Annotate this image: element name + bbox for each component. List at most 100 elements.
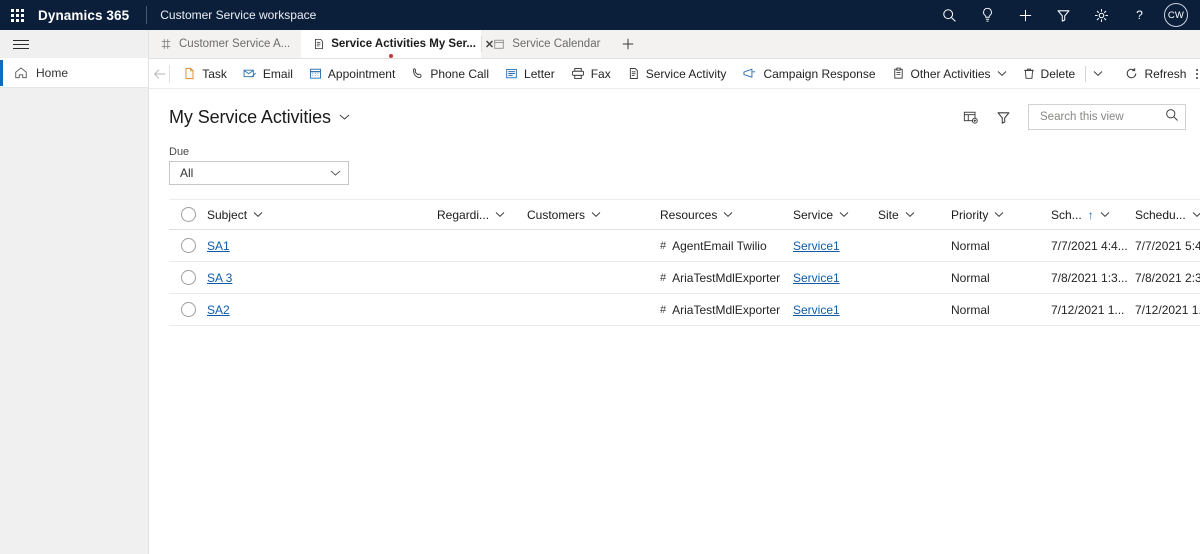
- search-input[interactable]: [1038, 110, 1165, 124]
- due-filter-label: Due: [169, 146, 190, 158]
- new-appointment-button[interactable]: Appointment: [301, 59, 403, 88]
- chevron-down-icon[interactable]: [330, 169, 341, 177]
- tab-label: Service Calendar: [512, 38, 601, 50]
- gear-icon[interactable]: [1082, 0, 1120, 30]
- column-header-priority[interactable]: Priority: [951, 208, 1051, 222]
- new-task-button[interactable]: Task: [175, 59, 235, 88]
- chevron-down-icon[interactable]: [1192, 211, 1200, 218]
- service-link[interactable]: Service1: [793, 271, 840, 285]
- other-activities-button[interactable]: Other Activities: [884, 59, 1015, 88]
- column-header-service[interactable]: Service: [793, 208, 878, 222]
- grid-header-row: Subject Regardi... Customers Resources S…: [169, 200, 1200, 230]
- cell-subject: SA1: [207, 239, 437, 253]
- email-icon: [243, 67, 257, 80]
- chevron-down-icon[interactable]: [1093, 70, 1103, 77]
- chevron-down-icon[interactable]: [253, 211, 263, 218]
- new-campaign-response-button[interactable]: Campaign Response: [734, 59, 883, 88]
- chevron-down-icon[interactable]: [905, 211, 915, 218]
- delete-options-chevron[interactable]: [1087, 59, 1109, 88]
- filter-icon[interactable]: [1044, 0, 1082, 30]
- chevron-down-icon[interactable]: [339, 113, 350, 121]
- new-service-activity-button[interactable]: Service Activity: [619, 59, 735, 88]
- tab-service-calendar[interactable]: Service Calendar: [482, 30, 611, 58]
- body-wrapper: Home Customer Service A... Service Activ…: [0, 30, 1200, 554]
- column-header-scheduled-start[interactable]: Sch... ↑: [1051, 208, 1135, 222]
- search-view-box[interactable]: [1028, 104, 1186, 130]
- back-arrow-icon[interactable]: [153, 59, 167, 88]
- service-activity-icon: [627, 67, 640, 80]
- service-activity-icon: [312, 38, 324, 50]
- view-area: My Service Activities Search this view D…: [149, 89, 1200, 326]
- resource-name: AriaTestMdlExporter: [672, 270, 781, 285]
- chevron-down-icon[interactable]: [994, 211, 1004, 218]
- active-indicator: [0, 60, 3, 86]
- column-header-resources[interactable]: Resources: [660, 208, 793, 222]
- cell-scheduled-start: 7/7/2021 4:4...: [1051, 238, 1128, 253]
- new-letter-button[interactable]: Letter: [497, 59, 563, 88]
- due-filter-select[interactable]: All: [169, 161, 349, 185]
- help-icon[interactable]: ?: [1120, 0, 1158, 30]
- resource-hash-icon: #: [660, 303, 667, 316]
- button-label: Email: [262, 66, 293, 81]
- sort-ascending-icon[interactable]: ↑: [1088, 208, 1094, 222]
- hamburger-menu-icon[interactable]: [8, 32, 34, 56]
- brand-title: Dynamics 365: [38, 7, 130, 23]
- table-row[interactable]: SA2 # AriaTestMdlExporter Service1 Norma…: [169, 294, 1200, 326]
- ellipsis-vertical-icon[interactable]: [1194, 59, 1200, 88]
- chevron-down-icon[interactable]: [1100, 211, 1110, 218]
- button-label: Other Activities: [910, 66, 991, 81]
- fax-icon: [571, 67, 585, 80]
- tab-service-activities-my-services[interactable]: Service Activities My Ser... ✕: [301, 30, 494, 58]
- select-all-cell[interactable]: [169, 207, 207, 222]
- plus-icon[interactable]: [1006, 0, 1044, 30]
- lightbulb-icon[interactable]: [968, 0, 1006, 30]
- chevron-down-icon[interactable]: [723, 211, 733, 218]
- column-header-site[interactable]: Site: [878, 208, 951, 222]
- chevron-down-icon[interactable]: [839, 211, 849, 218]
- chevron-down-icon[interactable]: [495, 211, 505, 218]
- new-fax-button[interactable]: Fax: [563, 59, 619, 88]
- column-header-customers[interactable]: Customers: [527, 208, 660, 222]
- column-label: Sch...: [1051, 207, 1082, 222]
- column-header-subject[interactable]: Subject: [207, 208, 437, 222]
- radio-unselected-icon[interactable]: [181, 238, 196, 253]
- edit-columns-icon[interactable]: [956, 103, 986, 131]
- search-icon[interactable]: [1165, 108, 1179, 127]
- radio-unselected-icon[interactable]: [181, 207, 196, 222]
- table-row[interactable]: SA 3 # AriaTestMdlExporter Service1 Norm…: [169, 262, 1200, 294]
- row-select-cell[interactable]: [169, 302, 207, 317]
- add-tab-button[interactable]: [611, 30, 645, 58]
- other-activities-icon: [892, 67, 905, 80]
- chevron-down-icon[interactable]: [997, 70, 1007, 77]
- new-phone-call-button[interactable]: Phone Call: [403, 59, 497, 88]
- sidebar-item-home[interactable]: Home: [0, 58, 148, 88]
- subject-link[interactable]: SA 3: [207, 271, 232, 285]
- chevron-down-icon[interactable]: [591, 211, 601, 218]
- cell-resources: # AriaTestMdlExporter: [660, 271, 793, 285]
- calendar-icon: [493, 38, 505, 50]
- subject-link[interactable]: SA1: [207, 239, 230, 253]
- tab-customer-service-agent[interactable]: Customer Service A...: [149, 30, 301, 58]
- subject-link[interactable]: SA2: [207, 303, 230, 317]
- column-header-scheduled-end[interactable]: Schedu...: [1135, 208, 1200, 222]
- radio-unselected-icon[interactable]: [181, 302, 196, 317]
- column-header-regarding[interactable]: Regardi...: [437, 208, 527, 222]
- radio-unselected-icon[interactable]: [181, 270, 196, 285]
- results-grid: Subject Regardi... Customers Resources S…: [169, 199, 1200, 326]
- delete-button[interactable]: Delete: [1015, 59, 1084, 88]
- filter-icon[interactable]: [988, 103, 1018, 131]
- table-row[interactable]: SA1 # AgentEmail Twilio Service1 Normal …: [169, 230, 1200, 262]
- avatar[interactable]: CW: [1164, 3, 1188, 27]
- search-icon[interactable]: [930, 0, 968, 30]
- service-link[interactable]: Service1: [793, 239, 840, 253]
- new-email-button[interactable]: Email: [235, 59, 301, 88]
- column-label: Schedu...: [1135, 207, 1186, 222]
- app-name: Customer Service workspace: [160, 8, 317, 22]
- refresh-button[interactable]: Refresh: [1117, 59, 1194, 88]
- resource-hash-icon: #: [660, 239, 667, 252]
- row-select-cell[interactable]: [169, 270, 207, 285]
- service-link[interactable]: Service1: [793, 303, 840, 317]
- tab-label: Customer Service A...: [179, 38, 291, 50]
- app-launcher-grid-icon[interactable]: [0, 0, 34, 30]
- row-select-cell[interactable]: [169, 238, 207, 253]
